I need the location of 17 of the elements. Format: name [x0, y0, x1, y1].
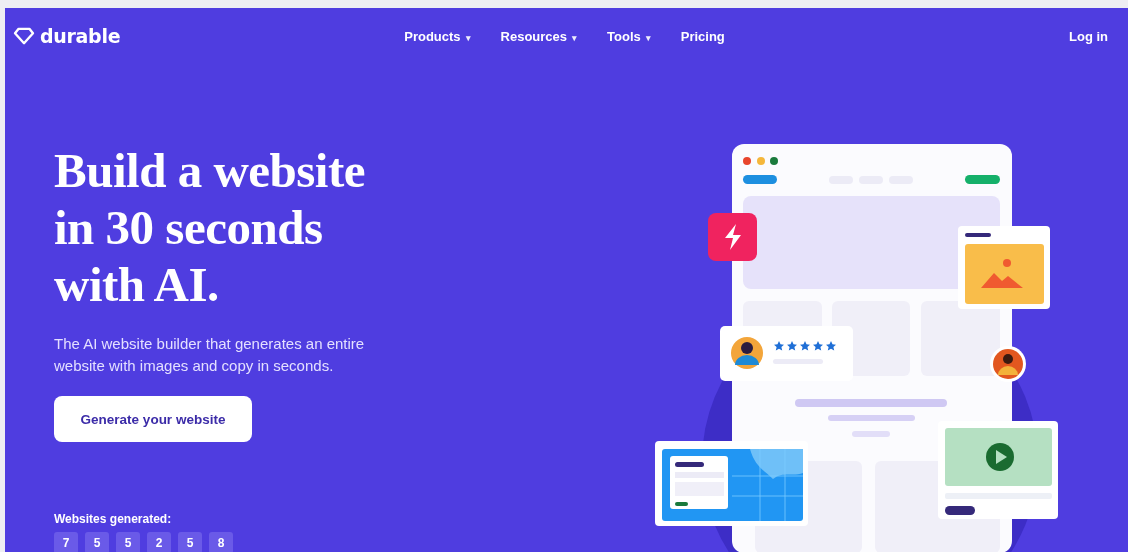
counter-digit: 8 [209, 532, 233, 552]
nav-link[interactable]: Products ▾ [404, 28, 471, 44]
nav-link[interactable]: Pricing [680, 28, 725, 44]
hero-subtitle: The AI website builder that generates an entire website with images and copy in seconds. [54, 334, 366, 376]
brand-logo[interactable]: durable [40, 25, 121, 47]
counter-digit: 7 [54, 532, 78, 552]
diamond-logo-icon [13, 27, 35, 45]
nav-link[interactable]: Tools ▾ [607, 28, 651, 44]
login-link[interactable]: Log in [1069, 28, 1108, 44]
hero-heading: Build a website in 30 seconds with AI. [54, 142, 367, 313]
counter-label: Websites generated: [54, 512, 173, 526]
counter-digit: 5 [178, 532, 202, 552]
counter-digit: 2 [147, 532, 171, 552]
generate-website-button[interactable]: Generate your website [54, 396, 252, 442]
counter-digit: 5 [116, 532, 140, 552]
counter-digit: 5 [85, 532, 109, 552]
nav-link[interactable]: Resources ▾ [500, 28, 578, 44]
